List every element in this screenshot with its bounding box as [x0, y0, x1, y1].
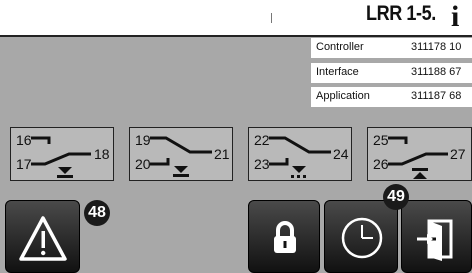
version-label: Interface [316, 66, 359, 78]
page-title: LRR 1-5. [366, 2, 436, 25]
title-bar: LRR 1-5. i [0, 0, 472, 37]
warning-button[interactable] [5, 200, 80, 273]
callout-badge: 49 [383, 184, 409, 210]
terminal-label: 27 [450, 146, 466, 162]
callout-badge: 48 [84, 200, 110, 226]
title-divider [271, 13, 272, 23]
warning-icon [19, 216, 67, 261]
relay-contact-3[interactable]: 22 23 24 [248, 127, 352, 181]
terminal-label: 25 [373, 132, 389, 148]
info-icon[interactable]: i [451, 0, 459, 34]
version-value: 311188 67 [411, 66, 462, 78]
terminal-label: 17 [16, 156, 32, 172]
lock-icon [274, 221, 296, 253]
terminal-label: 16 [16, 132, 32, 148]
display-screen: LRR 1-5. i Controller 311178 10 Interfac… [0, 0, 472, 273]
version-row-controller: Controller 311178 10 [311, 38, 472, 58]
terminal-label: 22 [254, 132, 270, 148]
terminal-label: 26 [373, 156, 389, 172]
terminal-label: 21 [214, 146, 230, 162]
terminal-label: 24 [333, 146, 349, 162]
version-value: 311178 10 [411, 41, 462, 53]
terminal-label: 18 [94, 146, 110, 162]
version-row-interface: Interface 311188 67 [311, 63, 472, 83]
version-label: Application [316, 90, 370, 102]
clock-icon [341, 217, 383, 259]
relay-contact-2[interactable]: 19 20 21 [129, 127, 233, 181]
version-value: 311187 68 [411, 90, 462, 102]
terminal-label: 23 [254, 156, 270, 172]
exit-door-icon [417, 219, 453, 261]
terminal-label: 20 [135, 156, 151, 172]
version-row-application: Application 311187 68 [311, 87, 472, 107]
lock-button[interactable] [248, 200, 320, 273]
exit-button[interactable] [401, 200, 472, 273]
relay-contact-4[interactable]: 25 26 27 [367, 127, 472, 181]
version-label: Controller [316, 41, 364, 53]
terminal-label: 19 [135, 132, 151, 148]
clock-button[interactable] [324, 200, 398, 273]
relay-contact-1[interactable]: 16 17 18 [10, 127, 114, 181]
